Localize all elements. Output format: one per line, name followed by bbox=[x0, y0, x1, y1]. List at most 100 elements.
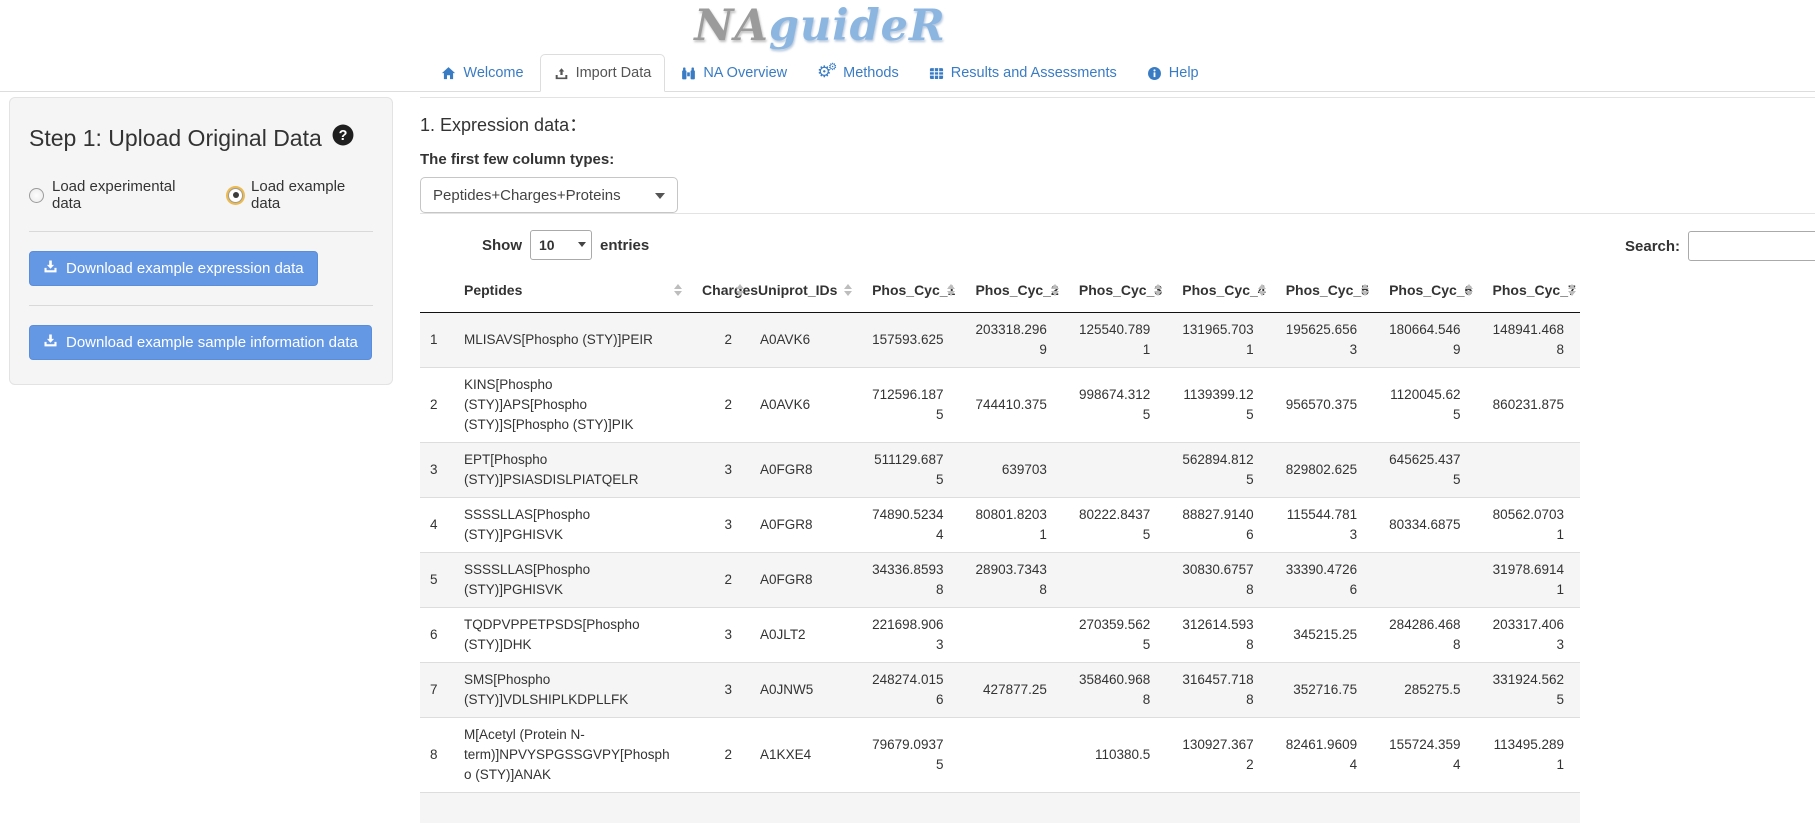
sort-arrows-icon bbox=[1361, 284, 1369, 296]
charges-cell: 2 bbox=[686, 718, 748, 793]
row-index-cell: 4 bbox=[420, 498, 454, 553]
page-length-select[interactable]: 10 bbox=[530, 230, 592, 260]
column-header-phos_cyc_6[interactable]: Phos_Cyc_6 bbox=[1373, 268, 1476, 313]
tab-welcome[interactable]: Welcome bbox=[427, 54, 537, 92]
sort-arrows-icon bbox=[947, 284, 955, 296]
column-header-phos_cyc_3[interactable]: Phos_Cyc_3 bbox=[1063, 268, 1166, 313]
table-row: 1MLISAVS[Phospho (STY)]PEIR2A0AVK6157593… bbox=[420, 313, 1580, 368]
upload-panel: Step 1: Upload Original Data ? Load expe… bbox=[9, 97, 393, 385]
phos-cyc-1-cell: 74890.52344 bbox=[856, 498, 959, 553]
phos-cyc-6-cell: 180664.5469 bbox=[1373, 313, 1476, 368]
app-header: NAguideR bbox=[0, 0, 1640, 50]
tab-help[interactable]: Help bbox=[1133, 54, 1213, 92]
uniprot-id-cell: A0FGR8 bbox=[748, 443, 856, 498]
phos-cyc-6-cell: 80334.6875 bbox=[1373, 498, 1476, 553]
tab-label: Results and Assessments bbox=[951, 65, 1117, 81]
column-types-label: The first few column types: bbox=[420, 151, 1815, 168]
sidebar-divider-2 bbox=[29, 305, 373, 306]
column-header-label: Phos_Cyc_7 bbox=[1493, 282, 1576, 298]
uniprot-id-cell: A1KXE4 bbox=[748, 718, 856, 793]
phos-cyc-4-cell: 316457.7188 bbox=[1166, 663, 1269, 718]
phos-cyc-5-cell: 195625.6563 bbox=[1270, 313, 1373, 368]
table-row: 6TQDPVPPETPSDS[Phospho (STY)]DHK3A0JLT22… bbox=[420, 608, 1580, 663]
radio-load-example-data[interactable]: Load example data bbox=[228, 178, 373, 212]
column-types-select[interactable]: Peptides+Charges+Proteins bbox=[420, 177, 678, 213]
tab-label: Methods bbox=[843, 65, 899, 81]
charges-cell: 2 bbox=[686, 368, 748, 443]
show-label: Show bbox=[482, 237, 522, 254]
expression-table-body: 1MLISAVS[Phospho (STY)]PEIR2A0AVK6157593… bbox=[420, 313, 1580, 823]
tab-na-overview[interactable]: NA Overview bbox=[667, 54, 801, 92]
download-expression-data-button[interactable]: Download example expression data bbox=[29, 251, 318, 286]
main-divider-mid bbox=[420, 213, 1815, 214]
tab-methods[interactable]: ⚙⚙Methods bbox=[803, 54, 913, 92]
peptide-cell: M[Acetyl (Protein N-term)]NPVYSPGSSGVPY[… bbox=[454, 718, 686, 793]
radio-label: Load example data bbox=[251, 178, 373, 212]
phos-cyc-2-cell: 28903.73438 bbox=[959, 553, 1062, 608]
phos-cyc-2-cell: 80801.82031 bbox=[959, 498, 1062, 553]
charges-cell: 3 bbox=[686, 498, 748, 553]
upload-icon bbox=[554, 66, 569, 81]
column-header-label: Phos_Cyc_5 bbox=[1286, 282, 1369, 298]
phos-cyc-4-cell: 131965.7031 bbox=[1166, 313, 1269, 368]
table-row: 4SSSSLLAS[Phospho (STY)]PGHISVK3A0FGR874… bbox=[420, 498, 1580, 553]
sort-arrows-icon bbox=[844, 284, 852, 296]
question-circle-icon[interactable]: ? bbox=[332, 124, 354, 152]
tab-label: Welcome bbox=[463, 65, 523, 81]
sort-arrows-icon bbox=[1465, 284, 1473, 296]
header-row: PeptidesChargesUniprot_IDsPhos_Cyc_1Phos… bbox=[420, 268, 1580, 313]
table-row-partial bbox=[420, 793, 1580, 823]
column-header-phos_cyc_4[interactable]: Phos_Cyc_4 bbox=[1166, 268, 1269, 313]
expression-table: PeptidesChargesUniprot_IDsPhos_Cyc_1Phos… bbox=[420, 268, 1580, 823]
phos-cyc-4-cell: 312614.5938 bbox=[1166, 608, 1269, 663]
phos-cyc-1-cell: 157593.625 bbox=[856, 313, 959, 368]
binoculars-icon bbox=[681, 66, 696, 81]
table-row: 7SMS[Phospho (STY)]VDLSHIPLKDPLLFK3A0JNW… bbox=[420, 663, 1580, 718]
column-header-charges[interactable]: Charges bbox=[686, 268, 748, 313]
info-icon bbox=[1147, 66, 1162, 81]
uniprot-id-cell: A0AVK6 bbox=[748, 368, 856, 443]
phos-cyc-3-cell: 358460.9688 bbox=[1063, 663, 1166, 718]
uniprot-id-cell: A0FGR8 bbox=[748, 553, 856, 608]
column-header-peptides[interactable]: Peptides bbox=[454, 268, 686, 313]
sort-arrows-icon bbox=[1568, 284, 1576, 296]
phos-cyc-3-cell bbox=[1063, 553, 1166, 608]
column-header-phos_cyc_2[interactable]: Phos_Cyc_2 bbox=[959, 268, 1062, 313]
radio-unselected-icon[interactable] bbox=[29, 188, 44, 203]
phos-cyc-6-cell: 1120045.625 bbox=[1373, 368, 1476, 443]
phos-cyc-3-cell: 125540.7891 bbox=[1063, 313, 1166, 368]
column-header-label: Phos_Cyc_4 bbox=[1182, 282, 1265, 298]
sort-arrows-icon bbox=[1258, 284, 1266, 296]
phos-cyc-4-cell: 30830.67578 bbox=[1166, 553, 1269, 608]
phos-cyc-3-cell bbox=[1063, 443, 1166, 498]
sort-arrows-icon bbox=[1154, 284, 1162, 296]
row-index-cell: 6 bbox=[420, 608, 454, 663]
peptide-cell: MLISAVS[Phospho (STY)]PEIR bbox=[454, 313, 686, 368]
app-logo: NAguideR bbox=[694, 3, 946, 50]
download-icon bbox=[43, 333, 58, 352]
table-row: 8M[Acetyl (Protein N-term)]NPVYSPGSSGVPY… bbox=[420, 718, 1580, 793]
phos-cyc-1-cell: 712596.1875 bbox=[856, 368, 959, 443]
tab-label: NA Overview bbox=[703, 65, 787, 81]
phos-cyc-6-cell: 155724.3594 bbox=[1373, 718, 1476, 793]
tab-results-and-assessments[interactable]: Results and Assessments bbox=[915, 54, 1131, 92]
column-header-phos_cyc_5[interactable]: Phos_Cyc_5 bbox=[1270, 268, 1373, 313]
phos-cyc-5-cell: 352716.75 bbox=[1270, 663, 1373, 718]
uniprot-id-cell: A0FGR8 bbox=[748, 498, 856, 553]
search-input[interactable] bbox=[1688, 231, 1815, 261]
nav-tab-bar: Welcome Import Data NA Overview ⚙⚙Methods Re… bbox=[0, 54, 1815, 92]
column-header-phos_cyc_1[interactable]: Phos_Cyc_1 bbox=[856, 268, 959, 313]
radio-load-experimental-data[interactable]: Load experimental data bbox=[29, 178, 202, 212]
uniprot-id-cell: A0JNW5 bbox=[748, 663, 856, 718]
column-header-uniprot_ids[interactable]: Uniprot_IDs bbox=[748, 268, 856, 313]
column-header-phos_cyc_7[interactable]: Phos_Cyc_7 bbox=[1477, 268, 1581, 313]
tab-label: Help bbox=[1169, 65, 1199, 81]
phos-cyc-7-cell: 331924.5625 bbox=[1477, 663, 1581, 718]
radio-selected-icon[interactable] bbox=[228, 188, 243, 203]
charges-cell: 2 bbox=[686, 313, 748, 368]
phos-cyc-7-cell: 31978.69141 bbox=[1477, 553, 1581, 608]
download-sample-info-button[interactable]: Download example sample information data bbox=[29, 325, 372, 360]
column-header-index bbox=[420, 268, 454, 313]
phos-cyc-6-cell: 285275.5 bbox=[1373, 663, 1476, 718]
tab-import-data[interactable]: Import Data bbox=[540, 54, 666, 92]
